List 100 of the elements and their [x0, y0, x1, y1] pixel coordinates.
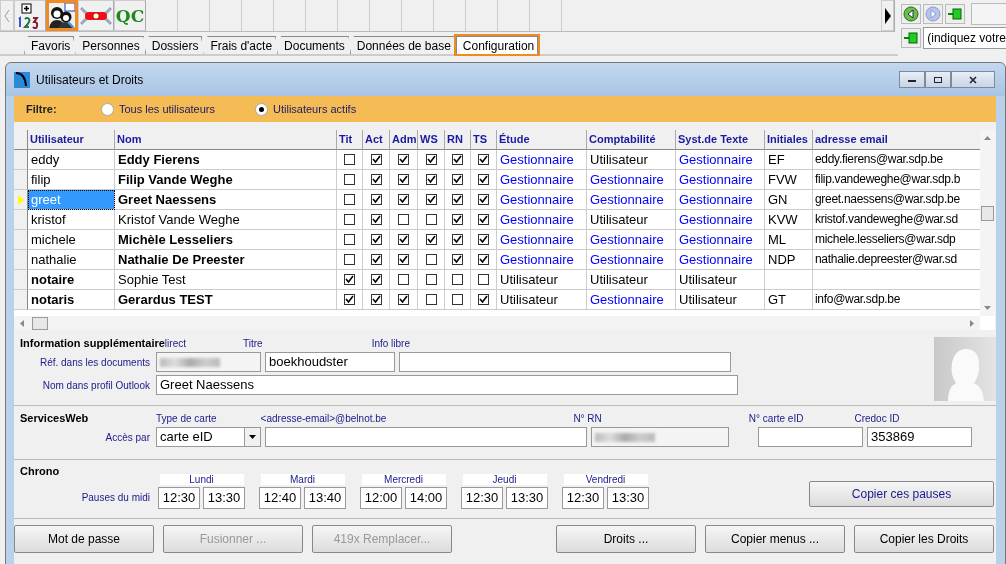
- checkbox[interactable]: [452, 234, 463, 245]
- checkbox[interactable]: [398, 174, 409, 185]
- checkbox[interactable]: [478, 194, 489, 205]
- pin-button[interactable]: [945, 4, 966, 24]
- time-field[interactable]: 13:30: [607, 487, 649, 509]
- action-button[interactable]: Mot de passe: [14, 525, 154, 553]
- column-header[interactable]: Nom: [115, 130, 337, 150]
- back-button[interactable]: [901, 4, 922, 24]
- title-field[interactable]: boekhoudster: [265, 352, 395, 372]
- action-button[interactable]: Droits ...: [556, 525, 696, 553]
- checkbox[interactable]: [425, 194, 437, 205]
- checkbox[interactable]: [478, 294, 489, 305]
- tab[interactable]: Favoris: [24, 36, 75, 54]
- checkbox[interactable]: [370, 214, 382, 225]
- checkbox[interactable]: [425, 294, 437, 305]
- time-field[interactable]: 13:30: [203, 487, 245, 509]
- toolbar-button[interactable]: [14, 0, 46, 31]
- column-header[interactable]: Étude: [497, 130, 587, 150]
- row-indicator[interactable]: [14, 190, 28, 210]
- close-button[interactable]: [951, 71, 995, 88]
- scroll-thumb[interactable]: [981, 206, 994, 221]
- scroll-right-icon[interactable]: [970, 319, 974, 327]
- checkbox[interactable]: [452, 254, 463, 265]
- time-field[interactable]: 12:30: [158, 487, 200, 509]
- column-header[interactable]: TS: [471, 130, 497, 150]
- checkbox[interactable]: [344, 234, 355, 245]
- tab[interactable]: Dossiers: [144, 36, 203, 54]
- checkbox[interactable]: [452, 294, 463, 305]
- eid-card-field[interactable]: [758, 427, 863, 447]
- checkbox[interactable]: [344, 274, 355, 285]
- checkbox[interactable]: [478, 174, 489, 185]
- checkbox[interactable]: [370, 194, 382, 205]
- column-header[interactable]: adresse email: [813, 130, 980, 150]
- action-button[interactable]: Copier menus ...: [705, 525, 845, 553]
- email-field[interactable]: [265, 427, 587, 447]
- checkbox[interactable]: [370, 254, 382, 265]
- checkbox[interactable]: [344, 194, 355, 205]
- checkbox[interactable]: [370, 274, 382, 285]
- scroll-right-button[interactable]: [881, 0, 895, 31]
- maximize-button[interactable]: [925, 71, 951, 88]
- horizontal-scrollbar[interactable]: [14, 316, 980, 330]
- checkbox[interactable]: [478, 254, 489, 265]
- scroll-left-icon[interactable]: [20, 319, 24, 327]
- tab[interactable]: Frais d'acte: [203, 36, 277, 54]
- column-header[interactable]: Adm: [390, 130, 418, 150]
- checkbox[interactable]: [370, 234, 382, 245]
- checkbox[interactable]: [452, 154, 463, 165]
- filter-radio[interactable]: Tous les utilisateurs: [101, 102, 215, 116]
- column-header[interactable]: Utilisateur: [28, 130, 115, 150]
- row-indicator[interactable]: [14, 270, 28, 290]
- rn-field[interactable]: [591, 427, 729, 447]
- checkbox[interactable]: [370, 294, 382, 305]
- qc-button[interactable]: QC: [114, 0, 146, 31]
- checkbox[interactable]: [398, 294, 409, 305]
- checkbox[interactable]: [425, 214, 437, 225]
- checkbox[interactable]: [344, 254, 355, 265]
- column-header[interactable]: RN: [445, 130, 471, 150]
- checkbox[interactable]: [398, 274, 409, 285]
- scroll-up-icon[interactable]: [984, 136, 991, 140]
- checkbox[interactable]: [425, 154, 437, 165]
- time-field[interactable]: 12:40: [259, 487, 301, 509]
- row-indicator[interactable]: [14, 230, 28, 250]
- checkbox[interactable]: [344, 174, 355, 185]
- checkbox[interactable]: [398, 194, 409, 205]
- column-header[interactable]: Syst.de Texte: [676, 130, 765, 150]
- checkbox[interactable]: [425, 274, 437, 285]
- scroll-thumb[interactable]: [32, 316, 48, 330]
- checkbox[interactable]: [344, 154, 355, 165]
- checkbox[interactable]: [370, 154, 382, 165]
- checkbox[interactable]: [478, 274, 489, 285]
- tab[interactable]: Données de base: [349, 36, 455, 54]
- time-field[interactable]: 12:30: [461, 487, 503, 509]
- checkbox[interactable]: [425, 174, 437, 185]
- checkbox[interactable]: [398, 254, 409, 265]
- column-header[interactable]: WS: [418, 130, 445, 150]
- credoc-field[interactable]: 353869: [867, 427, 972, 447]
- checkbox[interactable]: [478, 214, 489, 225]
- checkbox[interactable]: [478, 154, 489, 165]
- checkbox[interactable]: [398, 154, 409, 165]
- checkbox[interactable]: [370, 174, 382, 185]
- row-indicator[interactable]: [14, 170, 28, 190]
- checkbox[interactable]: [344, 294, 355, 305]
- tab[interactable]: Configuration: [455, 36, 539, 54]
- action-button[interactable]: Copier les Droits: [854, 525, 994, 553]
- address-field[interactable]: [971, 3, 1006, 25]
- filter-radio[interactable]: Utilisateurs actifs: [255, 102, 357, 116]
- radio-button[interactable]: [101, 102, 114, 116]
- row-indicator[interactable]: [14, 290, 28, 310]
- row-indicator[interactable]: [14, 210, 28, 230]
- time-field[interactable]: 13:40: [304, 487, 346, 509]
- time-field[interactable]: 14:00: [405, 487, 447, 509]
- column-header[interactable]: Tit: [337, 130, 363, 150]
- outlook-name-field[interactable]: Greet Naessens: [156, 375, 738, 395]
- row-indicator[interactable]: [14, 250, 28, 270]
- reference-field[interactable]: [156, 352, 261, 372]
- checkbox[interactable]: [398, 214, 409, 225]
- info-field[interactable]: [399, 352, 731, 372]
- toolbar-button[interactable]: [46, 0, 78, 31]
- tab[interactable]: Personnes: [75, 36, 144, 54]
- radio-button[interactable]: [255, 102, 268, 116]
